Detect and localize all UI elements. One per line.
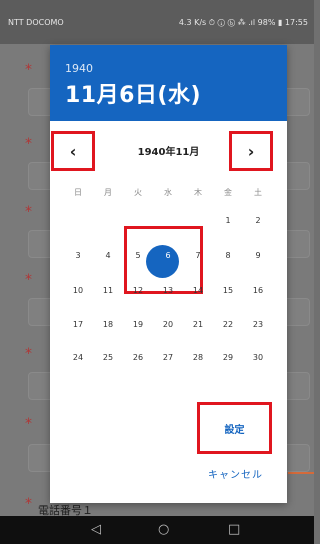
weekday-label: 金 (224, 188, 232, 197)
calendar-day[interactable]: 28 (183, 347, 213, 369)
weekday-label: 水 (164, 188, 172, 197)
calendar-day[interactable]: 11 (93, 280, 123, 302)
calendar-day[interactable]: 17 (63, 314, 93, 336)
status-icons: 4.3 K/s ⏱ ⓘ ⓑ ⁂ .ıl 98% ▮ 17:55 (178, 18, 308, 27)
calendar-day[interactable]: 14 (183, 280, 213, 302)
calendar-day[interactable]: 20 (153, 314, 183, 336)
calendar-day[interactable]: 2 (243, 210, 273, 232)
dialog-header: 1940 11月6日(水) (50, 45, 287, 121)
weekday-label: 日 (74, 188, 82, 197)
calendar-day[interactable]: 25 (93, 347, 123, 369)
annotation-line (288, 472, 314, 474)
required-star: * (25, 416, 32, 432)
calendar-day[interactable]: 24 (63, 347, 93, 369)
calendar-day[interactable]: 16 (243, 280, 273, 302)
calendar-day[interactable]: 12 (123, 280, 153, 302)
calendar-day[interactable]: 15 (213, 280, 243, 302)
calendar-day[interactable]: 1 (213, 210, 243, 232)
required-star: * (25, 136, 32, 152)
calendar-day[interactable]: 18 (93, 314, 123, 336)
required-star: * (25, 62, 32, 78)
carrier-label: NTT DOCOMO (8, 18, 64, 27)
calendar-day[interactable]: 19 (123, 314, 153, 336)
weekday-label: 火 (134, 188, 142, 197)
calendar-day[interactable]: 4 (93, 245, 123, 267)
calendar-day[interactable]: 5 (123, 245, 153, 267)
next-month-button[interactable]: › (229, 131, 273, 171)
required-star: * (25, 204, 32, 220)
header-date[interactable]: 11月6日(水) (65, 77, 201, 109)
home-icon[interactable]: ○ (158, 523, 169, 537)
set-button-label: 設定 (224, 424, 245, 436)
month-navigation: ‹ 1940年11月 › (50, 121, 287, 171)
required-star: * (25, 272, 32, 288)
calendar-day[interactable]: 8 (213, 245, 243, 267)
calendar-day-selected[interactable]: 6 (153, 245, 183, 267)
weekday-label: 土 (254, 188, 262, 197)
required-star: * (25, 496, 32, 512)
navigation-bar: ◁ ○ □ (0, 516, 314, 544)
calendar-day[interactable]: 9 (243, 245, 273, 267)
calendar-day[interactable]: 10 (63, 280, 93, 302)
calendar-day[interactable]: 29 (213, 347, 243, 369)
calendar-day[interactable]: 3 (63, 245, 93, 267)
calendar-day[interactable]: 7 (183, 245, 213, 267)
required-star: * (25, 346, 32, 362)
chevron-right-icon: › (247, 141, 255, 161)
back-icon[interactable]: ◁ (91, 523, 101, 537)
calendar-day[interactable]: 22 (213, 314, 243, 336)
calendar-day[interactable]: 27 (153, 347, 183, 369)
cancel-button[interactable]: キャンセル (208, 466, 263, 481)
header-year[interactable]: 1940 (65, 62, 93, 75)
weekday-header: 日 月 火 水 木 金 土 (63, 187, 282, 201)
calendar-day[interactable]: 13 (153, 280, 183, 302)
calendar-day[interactable]: 21 (183, 314, 213, 336)
date-picker-dialog: 1940 11月6日(水) ‹ 1940年11月 › 日 月 火 水 木 金 土… (50, 45, 287, 503)
weekday-label: 月 (104, 188, 112, 197)
status-bar: NTT DOCOMO 4.3 K/s ⏱ ⓘ ⓑ ⁂ .ıl 98% ▮ 17:… (0, 0, 314, 44)
set-button[interactable]: 設定 (197, 402, 272, 454)
calendar-day[interactable]: 23 (243, 314, 273, 336)
recent-apps-icon[interactable]: □ (228, 523, 240, 537)
weekday-label: 木 (194, 188, 202, 197)
calendar-day[interactable]: 26 (123, 347, 153, 369)
calendar-day[interactable]: 30 (243, 347, 273, 369)
